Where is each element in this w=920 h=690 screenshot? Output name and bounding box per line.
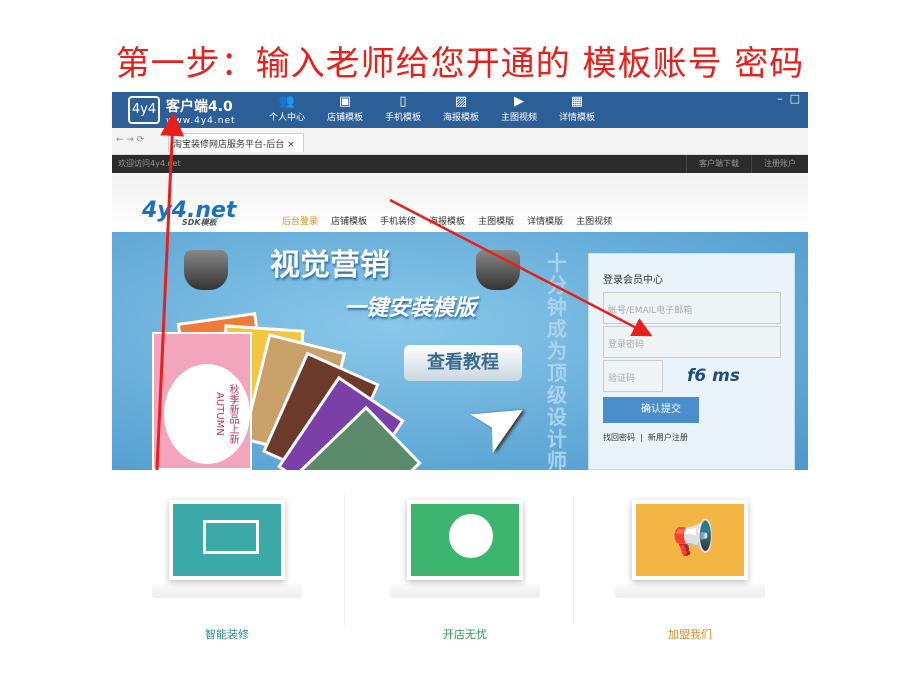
featured-template-card: 秋季新品上新 AUTUMN — [152, 332, 252, 470]
browser-tabbar: ← → ⟳ 淘宝装修网店服务平台-后台 × — [112, 128, 808, 155]
banner-subhead: 一键安装模版 — [344, 296, 477, 321]
app-nav: 👥 个人中心 ▣ 店铺模板 ▯ 手机模板 ▨ 海报模板 ▶ 主图视频 ▦ 详情模板 — [258, 94, 606, 123]
app-topbar: 4y4 客户端4.0 www.4y4.net 👥 个人中心 ▣ 店铺模板 ▯ 手机模板 … — [112, 92, 808, 128]
feature-join-us[interactable]: 📢 加盟我们 — [615, 500, 765, 642]
maximize-button[interactable]: □ — [790, 92, 800, 105]
captcha-image[interactable]: f6 ms — [687, 366, 740, 386]
login-title: 登录会员中心 — [603, 275, 663, 286]
slide-title: 第一步：输入老师给您开通的 模板账号 密码 — [115, 44, 805, 84]
login-links: 找回密码 | 新用户注册 — [603, 433, 688, 442]
site-nav-item[interactable]: 主图模版 — [478, 214, 514, 227]
user-icon: 👥 — [278, 94, 296, 109]
app-name: 客户端4.0 — [166, 99, 233, 115]
account-input[interactable]: 帐号/EMAIL电子邮箱 — [603, 292, 781, 324]
image-icon: ▨ — [454, 94, 468, 109]
new-user-register-link[interactable]: 新用户注册 — [648, 433, 688, 442]
nav-store-templates[interactable]: ▣ 店铺模板 — [316, 94, 374, 123]
divider — [344, 495, 345, 625]
feature-worry-free-store[interactable]: 开店无忧 — [390, 500, 540, 642]
site-nav-item[interactable]: 海报模板 — [429, 214, 465, 227]
shelf — [152, 584, 302, 598]
nav-detail-templates[interactable]: ▦ 详情模板 — [548, 94, 606, 123]
site-header: 4y4.net SDK模板 后台登录 店铺模板 手机装修 海报模板 主图模版 详情模版 主图视… — [112, 173, 808, 232]
card-text: 秋季新品上新 AUTUMN — [164, 364, 250, 464]
phone-icon: ▯ — [399, 94, 407, 109]
tab-title: 淘宝装修网店服务平台-后台 — [173, 140, 285, 150]
app-url: www.4y4.net — [166, 116, 236, 126]
app-brand: 客户端4.0 www.4y4.net — [166, 96, 236, 126]
shelf — [390, 584, 540, 598]
browser-nav-buttons[interactable]: ← → ⟳ — [116, 135, 144, 145]
megaphone-icon: 📢 — [632, 500, 748, 580]
card-en: AUTUMN — [214, 392, 225, 436]
site-nav-item[interactable]: 店铺模板 — [331, 214, 367, 227]
register-link[interactable]: 注册账户 — [751, 155, 808, 173]
site-nav-item[interactable]: 详情模版 — [527, 214, 563, 227]
site-nav-item[interactable]: 手机装修 — [380, 214, 416, 227]
nav-personal[interactable]: 👥 个人中心 — [258, 94, 316, 123]
feature-label: 开店无忧 — [443, 628, 487, 641]
nav-label: 店铺模板 — [326, 113, 363, 123]
site-nav-item[interactable]: 后台登录 — [282, 214, 318, 227]
lamp-icon — [184, 250, 228, 290]
window-controls: – □ — [777, 92, 800, 105]
monitor-icon — [169, 500, 285, 580]
nav-label: 详情模板 — [558, 113, 595, 123]
site-topbar: 欢迎访问4y4.net 客户端下载 注册账户 — [112, 155, 808, 173]
login-panel: 登录会员中心 帐号/EMAIL电子邮箱 登录密码 验证码 f6 ms 确认提交 … — [588, 253, 795, 470]
client-download-link[interactable]: 客户端下载 — [686, 155, 751, 173]
captcha-input[interactable]: 验证码 — [603, 360, 663, 392]
site-logo: 4y4.net SDK模板 — [142, 198, 236, 228]
nav-label: 主图视频 — [500, 113, 537, 123]
store-icon: ▣ — [338, 94, 352, 109]
cursor-icon: ➤ — [453, 370, 546, 470]
nav-label: 海报模板 — [442, 113, 479, 123]
nav-poster-templates[interactable]: ▨ 海报模板 — [432, 94, 490, 123]
lamp-icon — [476, 250, 520, 290]
feature-label: 加盟我们 — [668, 628, 712, 641]
close-icon[interactable]: × — [287, 140, 295, 150]
minimize-button[interactable]: – — [777, 92, 783, 105]
video-icon: ▶ — [514, 94, 524, 109]
feature-smart-decoration[interactable]: 智能装修 — [152, 500, 302, 642]
app-screenshot: 4y4 客户端4.0 www.4y4.net 👥 个人中心 ▣ 店铺模板 ▯ 手机模板 … — [112, 92, 808, 470]
app-logo: 4y4 — [128, 96, 160, 124]
nav-label: 手机模板 — [384, 113, 421, 123]
nav-mobile-templates[interactable]: ▯ 手机模板 — [374, 94, 432, 123]
submit-label: 确认提交 — [641, 404, 681, 415]
nav-video[interactable]: ▶ 主图视频 — [490, 94, 548, 123]
forgot-password-link[interactable]: 找回密码 — [603, 433, 635, 442]
password-input[interactable]: 登录密码 — [603, 326, 781, 358]
banner-vertical-text: 十分钟成为顶级设计师 — [547, 251, 567, 470]
site-nav: 后台登录 店铺模板 手机装修 海报模板 主图模版 详情模版 主图视频 — [282, 214, 625, 227]
submit-button[interactable]: 确认提交 — [603, 397, 699, 423]
globe-icon — [407, 500, 523, 580]
hero-banner: 视觉营销 一键安装模版 秋季新品上新 AUTUMN 查看教程 ➤ 十分钟成为顶级… — [112, 232, 808, 470]
banner-headline: 视觉营销 — [270, 248, 390, 283]
site-nav-item[interactable]: 主图视频 — [576, 214, 612, 227]
feature-label: 智能装修 — [205, 628, 249, 641]
browser-tab[interactable]: 淘宝装修网店服务平台-后台 × — [168, 133, 304, 152]
divider — [573, 495, 574, 625]
card-cn: 秋季新品上新 — [227, 384, 238, 444]
shelf — [615, 584, 765, 598]
welcome-text: 欢迎访问4y4.net — [118, 159, 181, 168]
picture-icon: ▦ — [570, 94, 584, 109]
nav-label: 个人中心 — [268, 113, 305, 123]
